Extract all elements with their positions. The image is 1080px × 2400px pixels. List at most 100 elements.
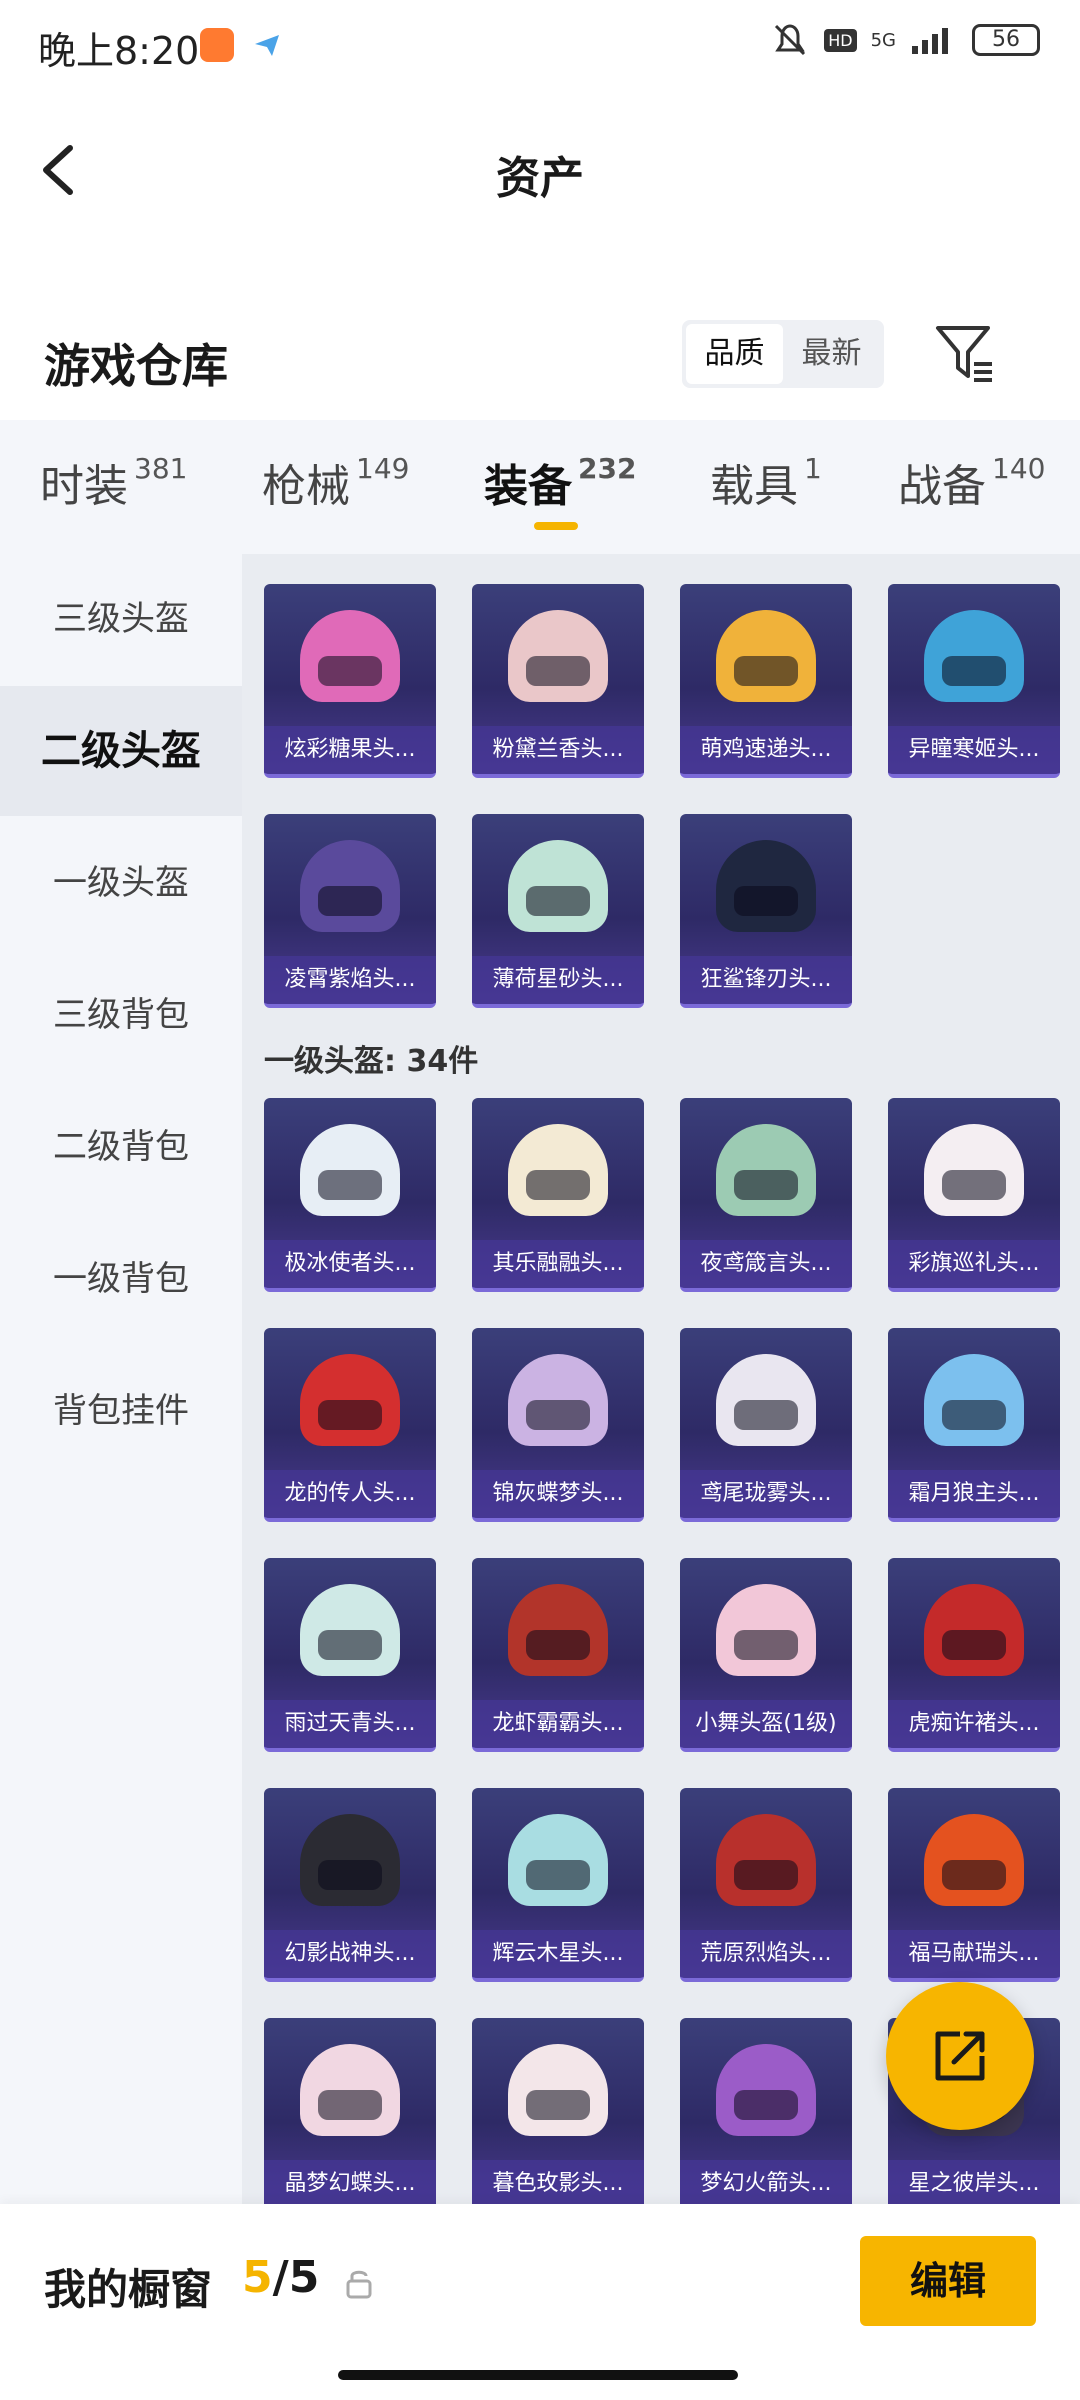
tab-count: 140 xyxy=(992,452,1046,485)
item-card[interactable]: 粉黛兰香头... xyxy=(472,584,644,778)
sidebar-item-level2-backpack[interactable]: 二级背包 xyxy=(0,1082,242,1212)
item-card[interactable]: 虎痴许褚头... xyxy=(888,1558,1060,1752)
grid-row: 幻影战神头... 辉云木星头... 荒原烈焰头... 福马献瑞头... xyxy=(264,1788,1060,1982)
network-label: 5G xyxy=(870,29,896,51)
helmet-image xyxy=(508,1354,608,1446)
sort-toggle: 品质 最新 xyxy=(682,320,884,388)
tab-firearms[interactable]: 枪械 149 xyxy=(262,450,409,514)
item-label: 夜鸢箴言头... xyxy=(680,1240,852,1288)
sort-option-quality[interactable]: 品质 xyxy=(686,324,783,384)
tab-vehicles[interactable]: 载具 1 xyxy=(710,450,822,514)
item-label: 狂鲨锋刃头... xyxy=(680,956,852,1004)
status-time: 晚上8:20 xyxy=(38,29,200,73)
item-card[interactable]: 彩旗巡礼头... xyxy=(888,1098,1060,1292)
title-bar: 资产 xyxy=(0,110,1080,230)
item-card[interactable]: 福马献瑞头... xyxy=(888,1788,1060,1982)
sidebar-item-level3-helmet[interactable]: 三级头盔 xyxy=(0,554,242,684)
item-card[interactable]: 凌霄紫焰头... xyxy=(264,814,436,1008)
item-card[interactable]: 雨过天青头... xyxy=(264,1558,436,1752)
sidebar-item-level1-backpack[interactable]: 一级背包 xyxy=(0,1214,242,1344)
grid-row: 凌霄紫焰头... 薄荷星砂头... 狂鲨锋刃头... xyxy=(264,814,852,1008)
grid-row: 雨过天青头... 龙虾霸霸头... 小舞头盔(1级) 虎痴许褚头... xyxy=(264,1558,1060,1752)
item-label: 极冰使者头... xyxy=(264,1240,436,1288)
helmet-image xyxy=(508,2044,608,2136)
item-card[interactable]: 锦灰蝶梦头... xyxy=(472,1328,644,1522)
item-label: 炫彩糖果头... xyxy=(264,726,436,774)
item-card[interactable]: 炫彩糖果头... xyxy=(264,584,436,778)
filter-icon[interactable] xyxy=(930,318,1000,388)
showcase-current: 5 xyxy=(242,2252,273,2303)
item-card[interactable]: 萌鸡速递头... xyxy=(680,584,852,778)
item-card[interactable]: 狂鲨锋刃头... xyxy=(680,814,852,1008)
helmet-image xyxy=(508,610,608,702)
sidebar: 三级头盔 二级头盔 一级头盔 三级背包 二级背包 一级背包 背包挂件 xyxy=(0,554,242,2204)
helmet-image xyxy=(508,1814,608,1906)
tab-label: 战备 xyxy=(898,461,986,512)
item-card[interactable]: 其乐融融头... xyxy=(472,1098,644,1292)
item-label: 辉云木星头... xyxy=(472,1930,644,1978)
item-label: 梦幻火箭头... xyxy=(680,2160,852,2204)
notification-app-icon xyxy=(200,28,234,62)
tab-count: 149 xyxy=(356,452,410,485)
showcase-count: 5/5 xyxy=(242,2252,319,2303)
item-card[interactable]: 霜月狼主头... xyxy=(888,1328,1060,1522)
item-label: 小舞头盔(1级) xyxy=(680,1700,852,1748)
section-header: 游戏仓库 品质 最新 xyxy=(0,300,1080,410)
edit-button[interactable]: 编辑 xyxy=(860,2236,1036,2326)
item-card[interactable]: 龙虾霸霸头... xyxy=(472,1558,644,1752)
sidebar-item-backpack-charm[interactable]: 背包挂件 xyxy=(0,1346,242,1476)
item-label: 薄荷星砂头... xyxy=(472,956,644,1004)
item-card[interactable]: 龙的传人头... xyxy=(264,1328,436,1522)
item-label: 暮色玫影头... xyxy=(472,2160,644,2204)
tab-count: 381 xyxy=(134,452,188,485)
share-button[interactable] xyxy=(886,1982,1034,2130)
tab-label: 时装 xyxy=(40,461,128,512)
item-card[interactable]: 晶梦幻蝶头... xyxy=(264,2018,436,2204)
showcase-total: 5 xyxy=(288,2252,320,2303)
sort-option-newest[interactable]: 最新 xyxy=(783,324,880,384)
item-label: 晶梦幻蝶头... xyxy=(264,2160,436,2204)
helmet-image xyxy=(508,840,608,932)
item-card[interactable]: 薄荷星砂头... xyxy=(472,814,644,1008)
helmet-image xyxy=(716,1124,816,1216)
helmet-image xyxy=(300,840,400,932)
item-card[interactable]: 小舞头盔(1级) xyxy=(680,1558,852,1752)
page-title: 资产 xyxy=(496,153,584,204)
item-card[interactable]: 幻影战神头... xyxy=(264,1788,436,1982)
helmet-image xyxy=(300,1124,400,1216)
sidebar-item-level2-helmet[interactable]: 二级头盔 xyxy=(0,686,242,816)
item-card[interactable]: 梦幻火箭头... xyxy=(680,2018,852,2204)
tab-fashion[interactable]: 时装 381 xyxy=(40,450,187,514)
item-label: 锦灰蝶梦头... xyxy=(472,1470,644,1518)
sidebar-item-level1-helmet[interactable]: 一级头盔 xyxy=(0,818,242,948)
item-card[interactable]: 荒原烈焰头... xyxy=(680,1788,852,1982)
helmet-image xyxy=(716,1814,816,1906)
helmet-image xyxy=(924,1584,1024,1676)
home-indicator[interactable] xyxy=(338,2370,738,2380)
grid-row: 龙的传人头... 锦灰蝶梦头... 鸢尾珑雾头... 霜月狼主头... xyxy=(264,1328,1060,1522)
item-label: 虎痴许褚头... xyxy=(888,1700,1060,1748)
helmet-image xyxy=(924,1354,1024,1446)
item-card[interactable]: 辉云木星头... xyxy=(472,1788,644,1982)
helmet-image xyxy=(924,610,1024,702)
item-card[interactable]: 夜鸢箴言头... xyxy=(680,1098,852,1292)
item-card[interactable]: 鸢尾珑雾头... xyxy=(680,1328,852,1522)
tab-supplies[interactable]: 战备 140 xyxy=(898,450,1045,514)
item-card[interactable]: 异瞳寒姬头... xyxy=(888,584,1060,778)
grid-row: 炫彩糖果头... 粉黛兰香头... 萌鸡速递头... 异瞳寒姬头... xyxy=(264,584,1060,778)
sidebar-item-level3-backpack[interactable]: 三级背包 xyxy=(0,950,242,1080)
helmet-image xyxy=(924,1124,1024,1216)
item-card[interactable]: 极冰使者头... xyxy=(264,1098,436,1292)
item-label: 雨过天青头... xyxy=(264,1700,436,1748)
tab-label: 枪械 xyxy=(262,461,350,512)
item-label: 萌鸡速递头... xyxy=(680,726,852,774)
signal-icon xyxy=(912,28,948,54)
helmet-image xyxy=(924,1814,1024,1906)
helmet-image xyxy=(300,1584,400,1676)
item-label: 异瞳寒姬头... xyxy=(888,726,1060,774)
tab-count: 232 xyxy=(578,452,637,485)
item-label: 荒原烈焰头... xyxy=(680,1930,852,1978)
tab-count: 1 xyxy=(804,452,822,485)
item-card[interactable]: 暮色玫影头... xyxy=(472,2018,644,2204)
tab-equipment[interactable]: 装备 232 xyxy=(484,450,636,514)
